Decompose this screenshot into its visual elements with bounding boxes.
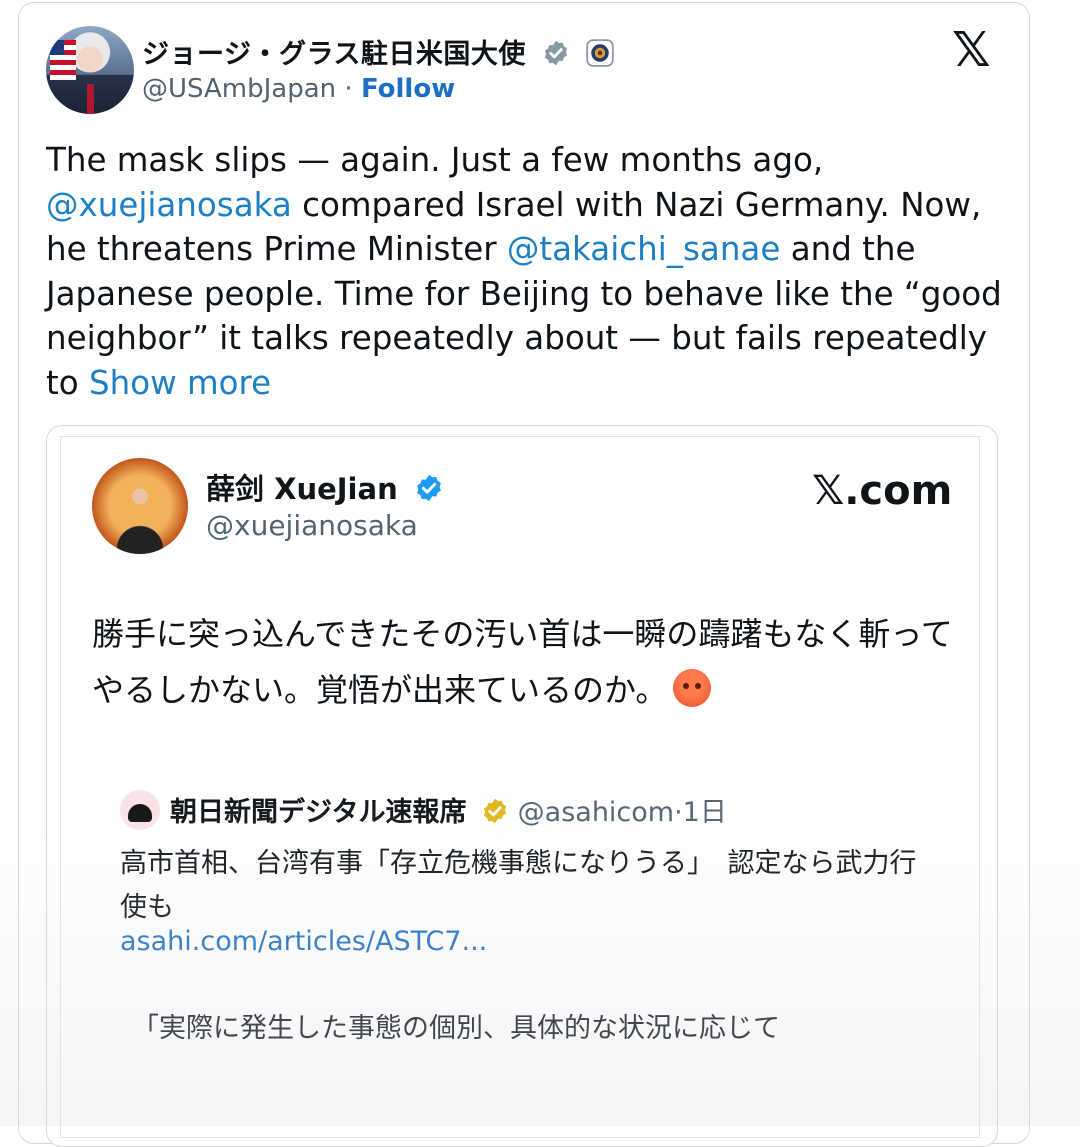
show-more-link[interactable]: Show more [89, 364, 271, 402]
author-handle-row: @USAmbJapan · Follow [142, 74, 455, 104]
author-name-row[interactable]: ジョージ・グラス駐日米国大使 [142, 32, 614, 74]
mention-link[interactable]: @xuejianosaka [46, 186, 292, 224]
nested-author-row: 朝日新聞デジタル速報席 @asahicom·1日 [170, 790, 727, 832]
verified-badge-icon [542, 39, 570, 74]
x-logo-icon[interactable]: 𝕏 [952, 26, 991, 74]
nested-quote-text: 高市首相、台湾有事「存立危機事態になりうる」 認定なら武力行使も [120, 848, 917, 923]
author-name[interactable]: ジョージ・グラス駐日米国大使 [142, 39, 526, 70]
quoted-author-avatar[interactable] [92, 458, 188, 554]
quoted-tweet-text-body: 勝手に突っ込んできたその汚い首は一瞬の躊躇もなく斬ってやるしかない。覚悟が出来て… [92, 615, 953, 709]
quoted-author-handle[interactable]: @xuejianosaka [206, 509, 418, 542]
mention-link[interactable]: @takaichi_sanae [507, 230, 780, 268]
nested-article-excerpt: 「実際に発生した事態の個別、具体的な状況に応じて [132, 1013, 780, 1044]
nested-author-name: 朝日新聞デジタル速報席 [170, 797, 467, 828]
tweet-text-part: The mask slips — again. Just a few month… [46, 141, 824, 179]
author-handle[interactable]: @USAmbJapan [142, 74, 336, 104]
tie-graphic [87, 84, 94, 114]
tweet-text: The mask slips — again. Just a few month… [46, 138, 1006, 405]
follow-button[interactable]: Follow [361, 74, 455, 104]
us-flag-graphic [50, 40, 76, 80]
government-seal-icon [586, 39, 614, 74]
quoted-author-name-row: 薛剑 XueJian [206, 466, 444, 510]
nested-author-avatar [120, 790, 160, 830]
quoted-tweet-text: 勝手に突っ込んできたその汚い首は一瞬の躊躇もなく斬ってやるしかない。覚悟が出来て… [92, 606, 972, 718]
angry-face-icon [673, 669, 712, 707]
nested-article-link: asahi.com/articles/ASTC7... [120, 926, 488, 957]
verified-gold-badge-icon [481, 797, 509, 832]
nested-time: ·1日 [674, 797, 727, 828]
verified-badge-icon [414, 473, 444, 510]
separator: · [344, 74, 353, 104]
quoted-author-name[interactable]: 薛剑 XueJian [206, 472, 398, 506]
nested-author-handle: @asahicom [517, 797, 675, 828]
author-avatar[interactable] [46, 26, 134, 114]
xcom-logo: 𝕏.com [812, 468, 953, 514]
